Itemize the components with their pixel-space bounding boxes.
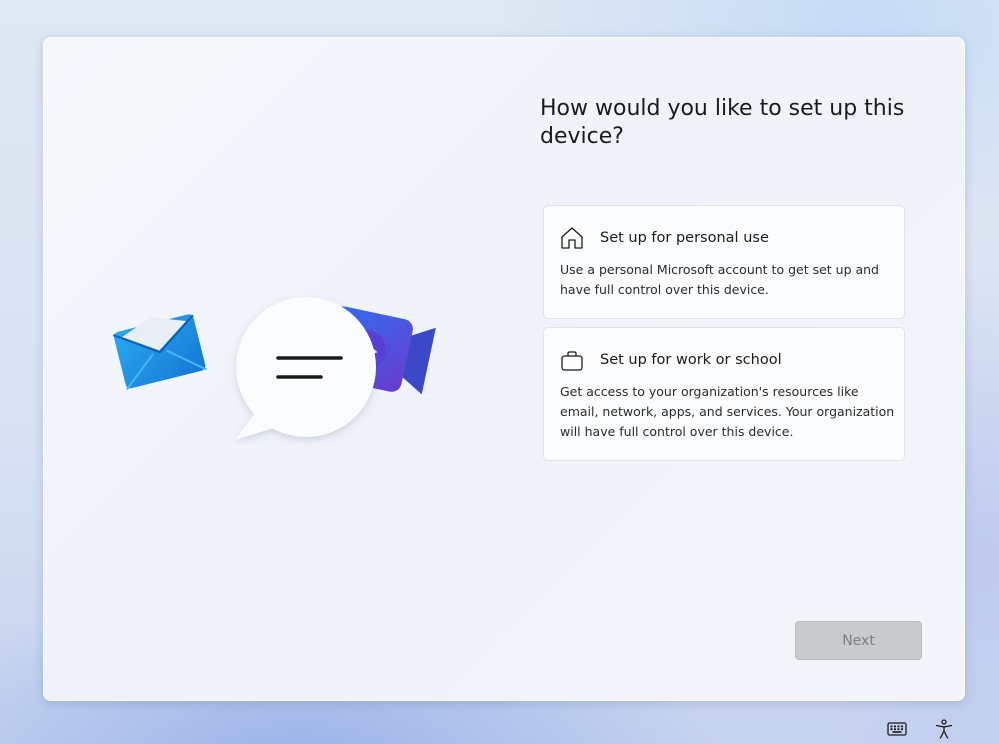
accessibility-icon[interactable] [933,718,955,740]
home-icon [561,227,583,249]
briefcase-icon [561,351,583,371]
chat-bubble-icon [235,297,376,440]
personal-use-option[interactable]: Set up for personal use Use a personal M… [543,205,905,319]
setup-illustration [112,297,436,440]
next-button[interactable]: Next [795,621,922,660]
personal-use-title: Set up for personal use [600,230,769,246]
mail-envelope-icon [112,314,207,390]
personal-use-description: Use a personal Microsoft account to get … [560,262,879,297]
work-school-option[interactable]: Set up for work or school Get access to … [543,327,905,461]
page-title: How would you like to set up this device… [540,96,905,149]
keyboard-icon[interactable] [886,718,908,740]
work-school-title: Set up for work or school [600,352,782,368]
work-school-description: Get access to your organization's resour… [560,384,895,439]
oobe-setup-card: How would you like to set up this device… [43,37,965,701]
